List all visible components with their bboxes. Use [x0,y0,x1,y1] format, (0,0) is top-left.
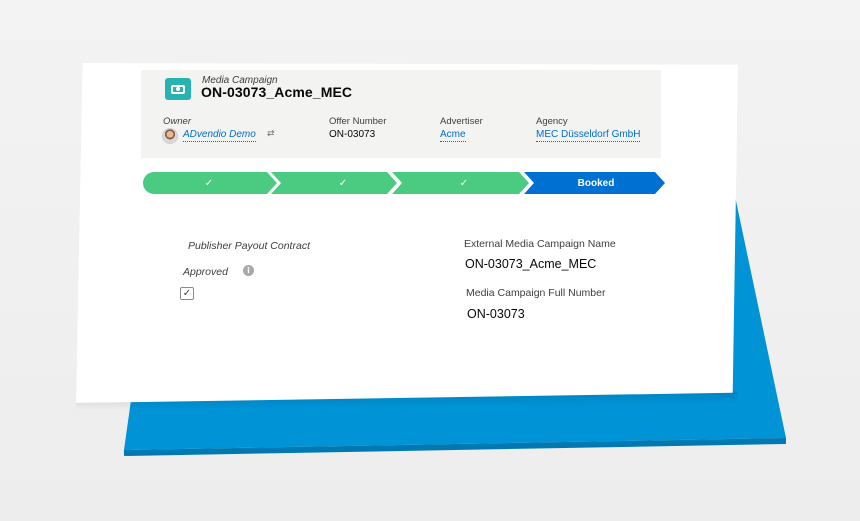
avatar [162,128,178,144]
record-title: ON-03073_Acme_MEC [201,84,353,100]
advertiser-link[interactable]: Acme [440,129,466,142]
external-name-value: ON-03073_Acme_MEC [465,257,597,271]
approved-label: Approved [183,266,228,278]
info-icon[interactable]: i [243,265,254,276]
scene: Media Campaign ON-03073_Acme_MEC Owner A… [0,0,860,521]
check-icon: ✓ [338,177,348,189]
owner-value[interactable]: ADvendio Demo [183,129,256,142]
change-owner-icon[interactable]: ⇄ [267,128,275,139]
stage-booked-label: Booked [577,177,615,189]
offer-number-label: Offer Number [329,116,387,127]
full-number-value: ON-03073 [467,307,525,321]
owner-link[interactable]: ADvendio Demo [183,129,256,142]
offer-number-value: ON-03073 [329,129,376,140]
agency-link[interactable]: MEC Düsseldorf GmbH [536,129,641,142]
full-number-label: Media Campaign Full Number [466,287,606,299]
check-icon: ✓ [459,177,469,189]
media-campaign-icon [165,78,191,100]
advertiser-value[interactable]: Acme [440,129,466,142]
publisher-payout-label: Publisher Payout Contract [188,240,310,252]
approved-checkbox[interactable]: ✓ [180,287,194,300]
agency-value[interactable]: MEC Düsseldorf GmbH [536,129,641,142]
check-icon: ✓ [204,177,214,189]
owner-label: Owner [163,116,191,127]
external-name-label: External Media Campaign Name [464,238,616,250]
advertiser-label: Advertiser [440,116,483,127]
agency-label: Agency [536,116,568,127]
